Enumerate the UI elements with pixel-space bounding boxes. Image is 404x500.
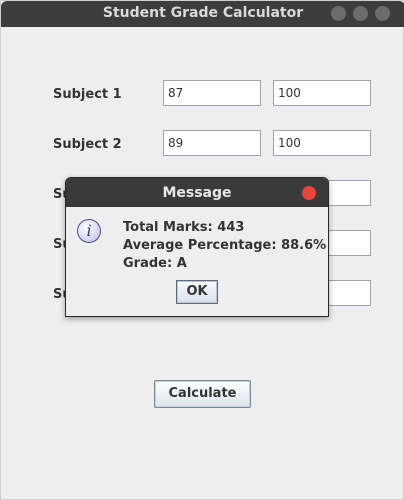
minimize-button[interactable] bbox=[331, 6, 346, 21]
subject-1-label: Subject 1 bbox=[53, 87, 122, 102]
info-icon: i bbox=[77, 219, 101, 243]
dialog-title-bar[interactable]: Message bbox=[66, 178, 328, 207]
dialog-close-button[interactable] bbox=[302, 186, 316, 200]
ok-button[interactable]: OK bbox=[176, 280, 218, 304]
maximize-button[interactable] bbox=[353, 6, 368, 21]
calculate-button[interactable]: Calculate bbox=[154, 380, 251, 408]
title-bar[interactable]: Student Grade Calculator bbox=[1, 1, 404, 27]
average-percentage-text: Average Percentage: 88.6% bbox=[123, 238, 327, 253]
subject-2-label: Subject 2 bbox=[53, 137, 122, 152]
dialog-title: Message bbox=[162, 185, 232, 201]
message-dialog: Message i Total Marks: 443 Average Perce… bbox=[65, 177, 329, 317]
subject-1-max-input[interactable]: 100 bbox=[273, 80, 371, 106]
grade-text: Grade: A bbox=[123, 256, 187, 271]
subject-1-marks-input[interactable]: 87 bbox=[163, 80, 261, 106]
subject-2-max-input[interactable]: 100 bbox=[273, 130, 371, 156]
subject-2-marks-input[interactable]: 89 bbox=[163, 130, 261, 156]
total-marks-text: Total Marks: 443 bbox=[123, 220, 245, 235]
close-button[interactable] bbox=[375, 6, 390, 21]
